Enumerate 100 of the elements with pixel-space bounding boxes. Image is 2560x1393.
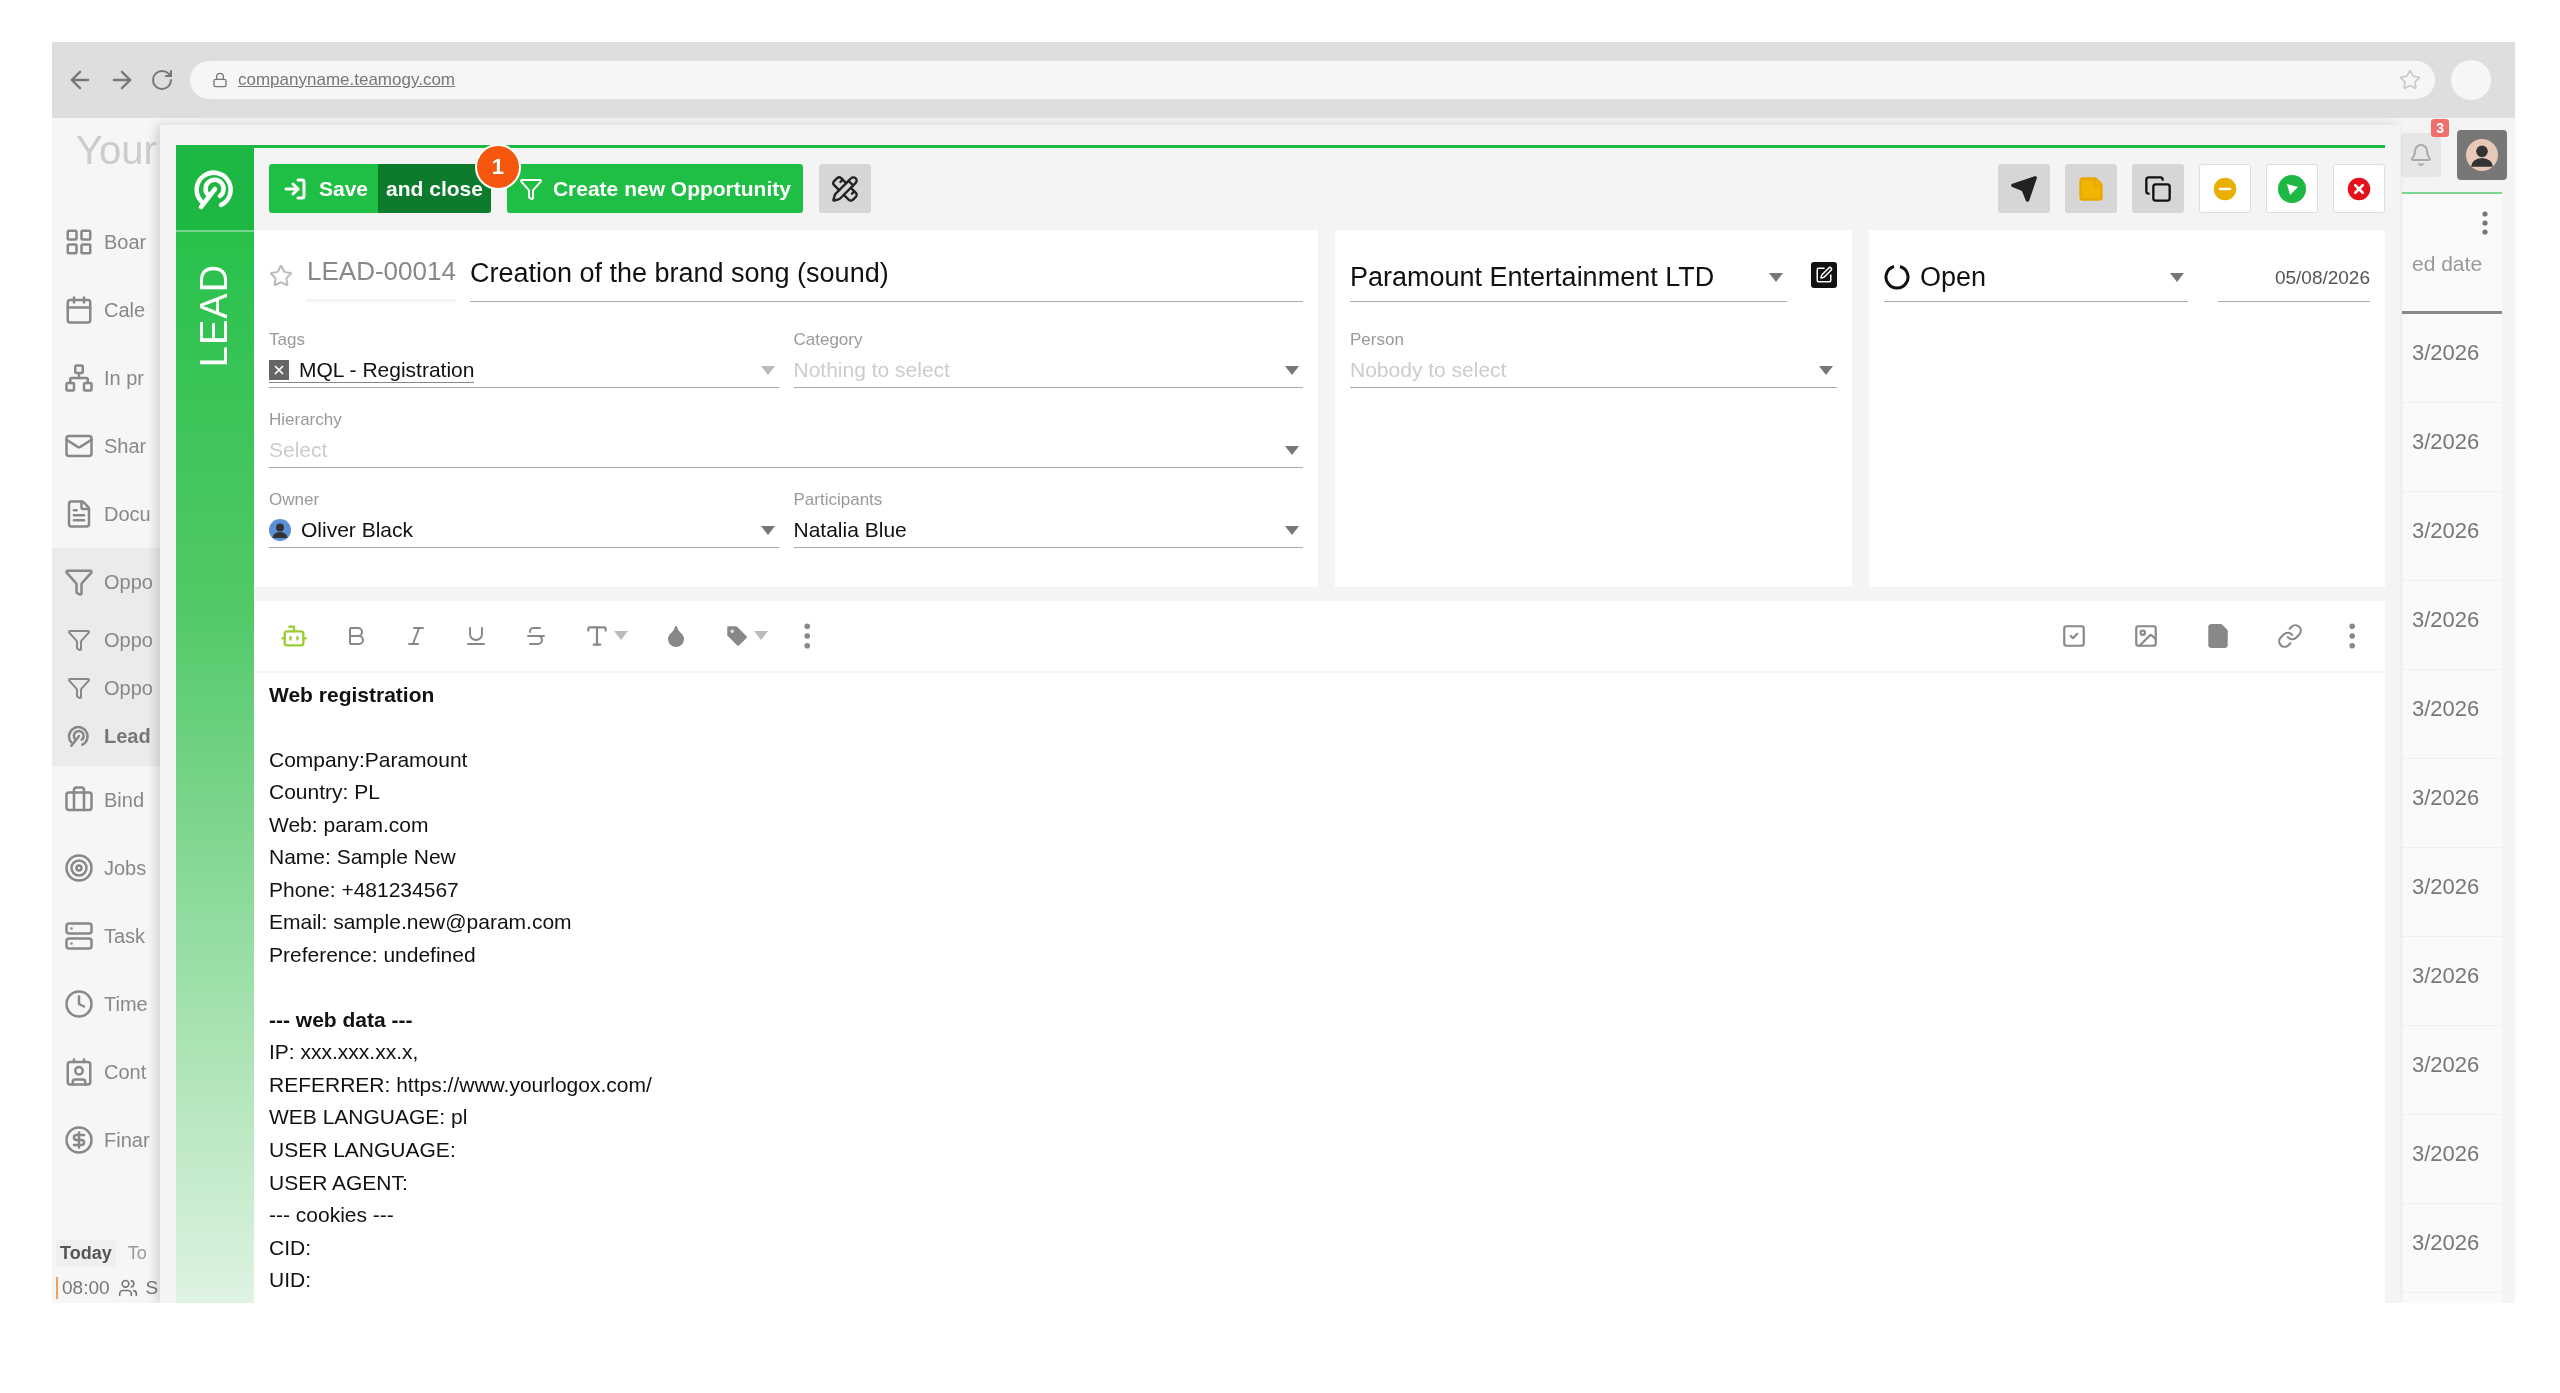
caret-icon xyxy=(614,631,628,641)
sidebar-item[interactable]: Lead xyxy=(104,724,151,748)
status-field[interactable]: Open xyxy=(1884,253,2188,302)
table-cell: 3/2026 xyxy=(2412,696,2480,721)
create-opportunity-button[interactable]: Create new Opportunity xyxy=(506,164,803,214)
field-label: Person xyxy=(1350,329,1405,350)
company-field[interactable]: Paramount Entertainment LTD xyxy=(1350,253,1787,302)
bookmark-star-icon[interactable] xyxy=(2399,69,2421,91)
pencil-ruler-icon xyxy=(830,174,859,203)
text-line: USER LANGUAGE: xyxy=(269,1137,457,1164)
sidebar-item[interactable]: Oppo xyxy=(104,676,153,700)
sidebar-item[interactable]: Oppo xyxy=(104,570,153,594)
tags-field[interactable]: MQL - Registration xyxy=(269,353,779,388)
caret-icon xyxy=(2170,272,2184,282)
note-icon xyxy=(2077,174,2105,203)
list-icon xyxy=(64,921,94,951)
funnel-icon xyxy=(64,567,94,597)
table-cell: 3/2026 xyxy=(2412,785,2480,810)
sidebar-item[interactable]: Cale xyxy=(104,298,146,322)
sidebar-item[interactable]: Bind xyxy=(104,788,145,812)
tools-button[interactable] xyxy=(818,164,871,214)
tag-chip[interactable]: MQL - Registration xyxy=(269,357,475,383)
record-number: LEAD-00014 xyxy=(307,255,456,302)
clock-icon xyxy=(64,989,94,1019)
image-button[interactable] xyxy=(2132,622,2159,649)
title-field[interactable]: Creation of the brand song (sound) xyxy=(469,257,1303,302)
image-icon xyxy=(2132,622,2159,649)
sidebar-item[interactable]: Finar xyxy=(104,1128,150,1152)
caret-icon xyxy=(754,631,768,641)
close-button[interactable] xyxy=(2333,164,2385,214)
sidebar-item[interactable]: Boar xyxy=(104,230,147,254)
owner-field[interactable]: Oliver Black xyxy=(269,513,779,548)
table-cell: 3/2026 xyxy=(2412,874,2480,899)
sidebar-item[interactable]: Shar xyxy=(104,434,147,458)
network-icon xyxy=(64,363,94,393)
field-label: Owner xyxy=(269,489,321,510)
event-time: 08:00 xyxy=(62,1277,110,1299)
text-line: Name: Sample New xyxy=(269,844,457,871)
people-icon xyxy=(117,1278,138,1298)
target-icon xyxy=(64,853,94,883)
text-line: Email: sample.new@param.com xyxy=(269,909,573,936)
day-tab[interactable]: Today xyxy=(56,1240,116,1267)
user-avatar[interactable] xyxy=(2457,130,2507,180)
more-button[interactable] xyxy=(2348,622,2355,649)
save-and-close-button[interactable]: and close xyxy=(378,164,491,214)
edit-button[interactable] xyxy=(1811,261,1837,288)
text-heading: --- web data --- xyxy=(269,1006,414,1033)
event-title[interactable]: S xyxy=(145,1277,159,1299)
checklist-button[interactable] xyxy=(2060,622,2087,649)
sidebar-item[interactable]: Task xyxy=(104,924,146,948)
table-cell: 3/2026 xyxy=(2412,518,2480,543)
participants-field[interactable]: Natalia Blue xyxy=(793,513,1303,548)
text-line: UID: xyxy=(269,1267,312,1294)
reload-icon[interactable] xyxy=(150,68,174,92)
more-icon xyxy=(804,622,811,649)
save-button[interactable]: Save xyxy=(269,164,379,214)
lock-icon xyxy=(212,72,228,88)
funnel-icon xyxy=(518,176,543,201)
day-tab[interactable]: To xyxy=(123,1240,151,1267)
text-line: USER AGENT: xyxy=(269,1169,409,1196)
more-button[interactable] xyxy=(804,622,811,649)
link-button[interactable] xyxy=(2276,622,2303,649)
text-line: Company:Paramount xyxy=(269,746,469,773)
field-label: Participants xyxy=(793,489,884,510)
field-label: Category xyxy=(793,329,864,350)
sidebar-item[interactable]: Oppo xyxy=(104,628,153,652)
send-button[interactable] xyxy=(1998,164,2050,214)
grid-icon xyxy=(64,227,94,257)
funnel-icon xyxy=(67,628,91,652)
sidebar-item[interactable]: Time xyxy=(104,992,148,1016)
text-line: WEB LANGUAGE: pl xyxy=(269,1104,469,1131)
table-cell: 3/2026 xyxy=(2412,1141,2480,1166)
checkbox-icon xyxy=(2060,622,2087,649)
caret-icon xyxy=(1769,272,1783,282)
sidebar-item[interactable]: Docu xyxy=(104,502,151,526)
star-icon[interactable] xyxy=(269,263,293,288)
copy-button[interactable] xyxy=(2132,164,2184,214)
sidebar-item[interactable]: Cont xyxy=(104,1060,147,1084)
caret-icon xyxy=(760,525,775,535)
logo-icon xyxy=(67,724,91,748)
table-cell: 3/2026 xyxy=(2412,963,2480,988)
address-bar[interactable]: companyname.teamogy.com xyxy=(190,61,2435,99)
note-button[interactable] xyxy=(2065,164,2117,214)
caret-icon xyxy=(760,365,775,375)
text-line: REFERRER: https://www.yourlogox.com/ xyxy=(269,1071,653,1098)
edit-icon xyxy=(1815,265,1833,284)
contact-icon xyxy=(64,1057,94,1087)
text-heading: Web registration xyxy=(269,681,436,708)
caret-icon xyxy=(1285,445,1299,455)
link-icon xyxy=(2276,622,2303,649)
funnel-icon xyxy=(67,676,91,700)
sidebar-item[interactable]: Jobs xyxy=(104,856,147,880)
table-cell: 3/2026 xyxy=(2412,1230,2480,1255)
text-line: CID: xyxy=(269,1234,312,1261)
url-text: companyname.teamogy.com xyxy=(238,70,456,90)
notification-button[interactable] xyxy=(2401,133,2441,177)
sidebar-item[interactable]: In pr xyxy=(104,366,145,390)
date-field[interactable]: 05/08/2026 xyxy=(2218,266,2370,302)
column-header[interactable]: ed date xyxy=(2412,252,2483,275)
text-line: Web: param.com xyxy=(269,811,430,838)
